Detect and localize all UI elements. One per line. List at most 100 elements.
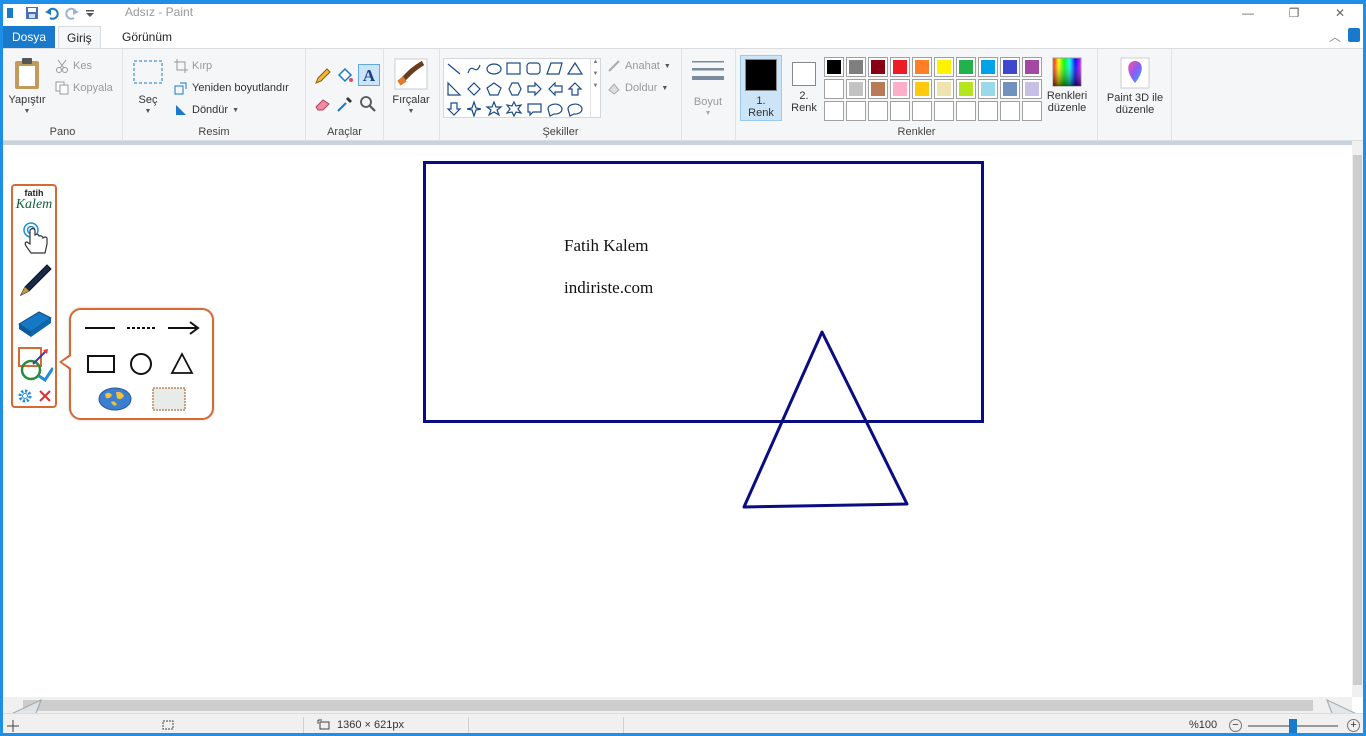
eraser-tool-icon[interactable]: [17, 304, 53, 340]
palette-swatch[interactable]: [934, 57, 954, 77]
vertical-scroll-thumb[interactable]: [1353, 155, 1362, 685]
globe-map-icon[interactable]: [97, 386, 133, 412]
palette-empty-swatch[interactable]: [934, 101, 954, 121]
palette-swatch[interactable]: [956, 57, 976, 77]
text-tool-icon[interactable]: A: [358, 64, 380, 86]
palette-swatch[interactable]: [934, 79, 954, 99]
palette-empty-swatch[interactable]: [1022, 101, 1042, 121]
edit-colors-button[interactable]: Renkleri düzenle: [1042, 57, 1092, 114]
select-dropdown-icon[interactable]: ▼: [129, 106, 167, 118]
palette-swatch[interactable]: [912, 57, 932, 77]
save-icon[interactable]: [25, 6, 39, 20]
close-x-icon[interactable]: [38, 389, 52, 403]
dashed-line-icon[interactable]: [125, 319, 161, 337]
palette-swatch[interactable]: [978, 79, 998, 99]
customize-qat-icon[interactable]: [85, 6, 95, 20]
triangle-shape-icon[interactable]: [169, 352, 195, 376]
canvas-size-item: 1360 × 621px: [317, 719, 404, 731]
palette-swatch[interactable]: [824, 79, 844, 99]
palette-empty-swatch[interactable]: [868, 101, 888, 121]
solid-line-icon[interactable]: [83, 319, 119, 337]
shapes-tool-icon[interactable]: [17, 346, 53, 382]
fill-bucket-icon[interactable]: [336, 67, 354, 85]
resize-button[interactable]: Yeniden boyutlandır: [174, 81, 289, 95]
crop-button[interactable]: Kırp: [174, 59, 212, 73]
palette-swatch[interactable]: [868, 79, 888, 99]
vertical-scrollbar[interactable]: [1352, 141, 1363, 697]
horizontal-scroll-thumb[interactable]: [23, 700, 1313, 711]
help-icon[interactable]: [1348, 28, 1360, 42]
outline-dropdown-icon[interactable]: ▼: [664, 63, 671, 70]
gallery-scroll[interactable]: ▲ ▼ ▼: [590, 59, 600, 117]
close-button[interactable]: ✕: [1317, 4, 1363, 22]
quick-access-toolbar: [7, 4, 95, 22]
palette-swatch[interactable]: [956, 79, 976, 99]
palette-swatch[interactable]: [1000, 79, 1020, 99]
paste-button[interactable]: Yapıştır ▼: [7, 57, 47, 118]
palette-empty-swatch[interactable]: [824, 101, 844, 121]
eraser-icon[interactable]: [314, 95, 332, 113]
palette-swatch[interactable]: [978, 57, 998, 77]
magnifier-icon[interactable]: [359, 95, 377, 113]
rotate-dropdown-icon[interactable]: ▼: [232, 107, 239, 114]
tab-home[interactable]: Giriş: [58, 26, 101, 49]
tab-file[interactable]: Dosya: [3, 26, 56, 48]
horizontal-scrollbar[interactable]: [3, 697, 1352, 713]
palette-swatch[interactable]: [890, 79, 910, 99]
zoom-in-button[interactable]: +: [1347, 719, 1360, 732]
pen-icon[interactable]: [17, 262, 53, 298]
paste-dropdown-icon[interactable]: ▼: [7, 106, 47, 118]
select-button[interactable]: Seç ▼: [129, 59, 167, 118]
hand-pointer-icon[interactable]: [17, 220, 53, 256]
circle-shape-icon[interactable]: [128, 352, 154, 376]
color2-selector[interactable]: 2. Renk: [784, 59, 824, 121]
zoom-slider-thumb[interactable]: [1289, 719, 1297, 733]
brushes-button[interactable]: Fırçalar ▼: [387, 57, 435, 118]
redo-icon[interactable]: [65, 6, 79, 20]
tab-view[interactable]: Görünüm: [114, 26, 180, 48]
palette-empty-swatch[interactable]: [956, 101, 976, 121]
palette-swatch[interactable]: [1000, 57, 1020, 77]
canvas-text-line2[interactable]: indiriste.com: [564, 278, 653, 298]
brushes-dropdown-icon[interactable]: ▼: [387, 106, 435, 118]
rotate-button[interactable]: Döndür ▼: [174, 103, 239, 117]
size-button[interactable]: Boyut ▼: [690, 59, 726, 120]
maximize-button[interactable]: ❐: [1271, 4, 1317, 22]
color-picker-icon[interactable]: [336, 95, 354, 113]
palette-swatch[interactable]: [1022, 79, 1042, 99]
fill-button[interactable]: Doldur ▼: [607, 81, 668, 95]
palette-swatch[interactable]: [846, 79, 866, 99]
drawn-triangle[interactable]: [733, 324, 923, 516]
palette-swatch[interactable]: [824, 57, 844, 77]
palette-swatch[interactable]: [868, 57, 888, 77]
shapes-gallery-icons[interactable]: [444, 59, 590, 118]
fill-dropdown-icon[interactable]: ▼: [661, 85, 668, 92]
palette-empty-swatch[interactable]: [846, 101, 866, 121]
edit-with-paint3d-button[interactable]: Paint 3D ile düzenle: [1100, 57, 1170, 116]
canvas-size-icon: [317, 719, 330, 730]
zoom-out-button[interactable]: −: [1229, 719, 1242, 732]
frame-image-icon[interactable]: [151, 386, 187, 412]
collapse-ribbon-icon[interactable]: ︿: [1329, 28, 1341, 45]
palette-swatch[interactable]: [890, 57, 910, 77]
palette-swatch[interactable]: [1022, 57, 1042, 77]
palette-swatch[interactable]: [912, 79, 932, 99]
palette-empty-swatch[interactable]: [1000, 101, 1020, 121]
palette-empty-swatch[interactable]: [978, 101, 998, 121]
palette-swatch[interactable]: [846, 57, 866, 77]
arrow-line-icon[interactable]: [166, 319, 202, 337]
outline-button[interactable]: Anahat ▼: [607, 59, 671, 73]
size-dropdown-icon[interactable]: ▼: [690, 108, 726, 120]
color1-selector[interactable]: 1. Renk: [740, 55, 782, 121]
settings-gear-icon[interactable]: [17, 388, 33, 404]
color2-label-text: Renk: [791, 102, 817, 114]
palette-empty-swatch[interactable]: [890, 101, 910, 121]
copy-button[interactable]: Kopyala: [55, 81, 113, 95]
undo-icon[interactable]: [45, 6, 59, 20]
rectangle-shape-icon[interactable]: [85, 353, 117, 375]
cut-button[interactable]: Kes: [55, 59, 92, 73]
pencil-icon[interactable]: [314, 67, 332, 85]
minimize-button[interactable]: —: [1225, 4, 1271, 22]
palette-empty-swatch[interactable]: [912, 101, 932, 121]
canvas-text-line1[interactable]: Fatih Kalem: [564, 236, 649, 256]
